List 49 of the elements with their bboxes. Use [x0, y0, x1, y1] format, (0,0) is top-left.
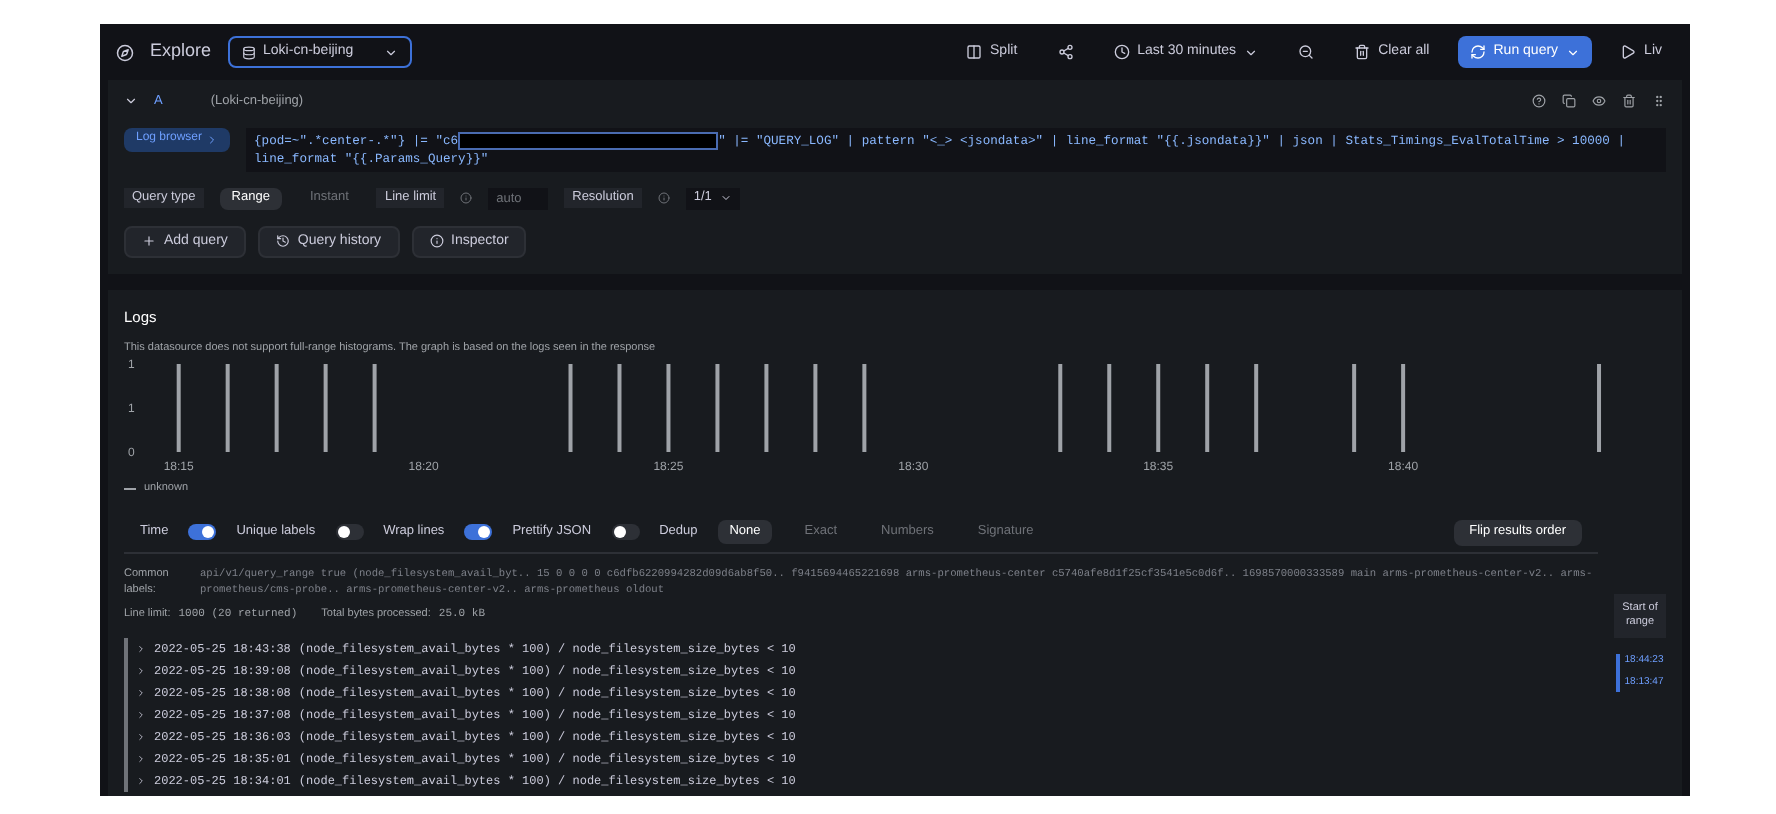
histogram-bar — [862, 364, 867, 453]
info-icon — [429, 234, 444, 249]
collapse-icon[interactable] — [124, 94, 138, 109]
histogram-bar — [813, 364, 818, 453]
histogram-bar — [225, 364, 230, 453]
zoom-out-icon — [1298, 44, 1315, 60]
caret-icon — [1244, 45, 1259, 59]
columns-icon — [966, 44, 983, 60]
histogram-bar — [764, 364, 769, 453]
histogram-bar — [1254, 364, 1259, 453]
histogram-bar — [617, 364, 622, 453]
histogram-bar — [666, 364, 671, 453]
chevron-icon — [206, 133, 219, 146]
database-icon — [241, 45, 256, 59]
drag-handle-icon[interactable] — [1652, 94, 1666, 109]
trash-icon — [1354, 44, 1371, 60]
trash-icon[interactable] — [1622, 94, 1636, 109]
info-icon — [460, 192, 473, 205]
page-title: Explore — [150, 38, 212, 65]
clock-icon — [1113, 44, 1130, 60]
histogram-bar — [1058, 364, 1063, 453]
toggle-switch[interactable] — [464, 524, 493, 540]
histogram-bar — [323, 364, 328, 453]
histogram-bar — [1156, 364, 1161, 453]
compass-icon — [116, 43, 134, 61]
copy-icon[interactable] — [1562, 94, 1576, 109]
histogram-bar — [1107, 364, 1112, 453]
caret-icon — [719, 192, 732, 205]
play-icon — [1620, 44, 1637, 60]
toggle-switch[interactable] — [188, 524, 217, 540]
histogram-bar — [1401, 364, 1406, 453]
histogram-bar — [372, 364, 377, 453]
plus-icon — [142, 234, 156, 249]
eye-icon[interactable] — [1592, 94, 1606, 109]
histogram-bar — [1352, 364, 1357, 453]
caret-icon — [383, 45, 398, 59]
share-icon — [1057, 44, 1074, 60]
help-icon[interactable] — [1532, 94, 1546, 109]
history-icon — [275, 234, 290, 249]
toggle-switch[interactable] — [611, 524, 640, 540]
toggle-switch[interactable] — [335, 524, 364, 540]
histogram-bar — [568, 364, 573, 453]
histogram-bar — [176, 364, 181, 453]
histogram-bar — [715, 364, 720, 453]
histogram-bar — [1205, 364, 1210, 453]
info-icon — [657, 192, 670, 205]
refresh-icon — [1469, 44, 1486, 60]
caret-icon — [1566, 45, 1581, 59]
histogram-bar — [274, 364, 279, 453]
